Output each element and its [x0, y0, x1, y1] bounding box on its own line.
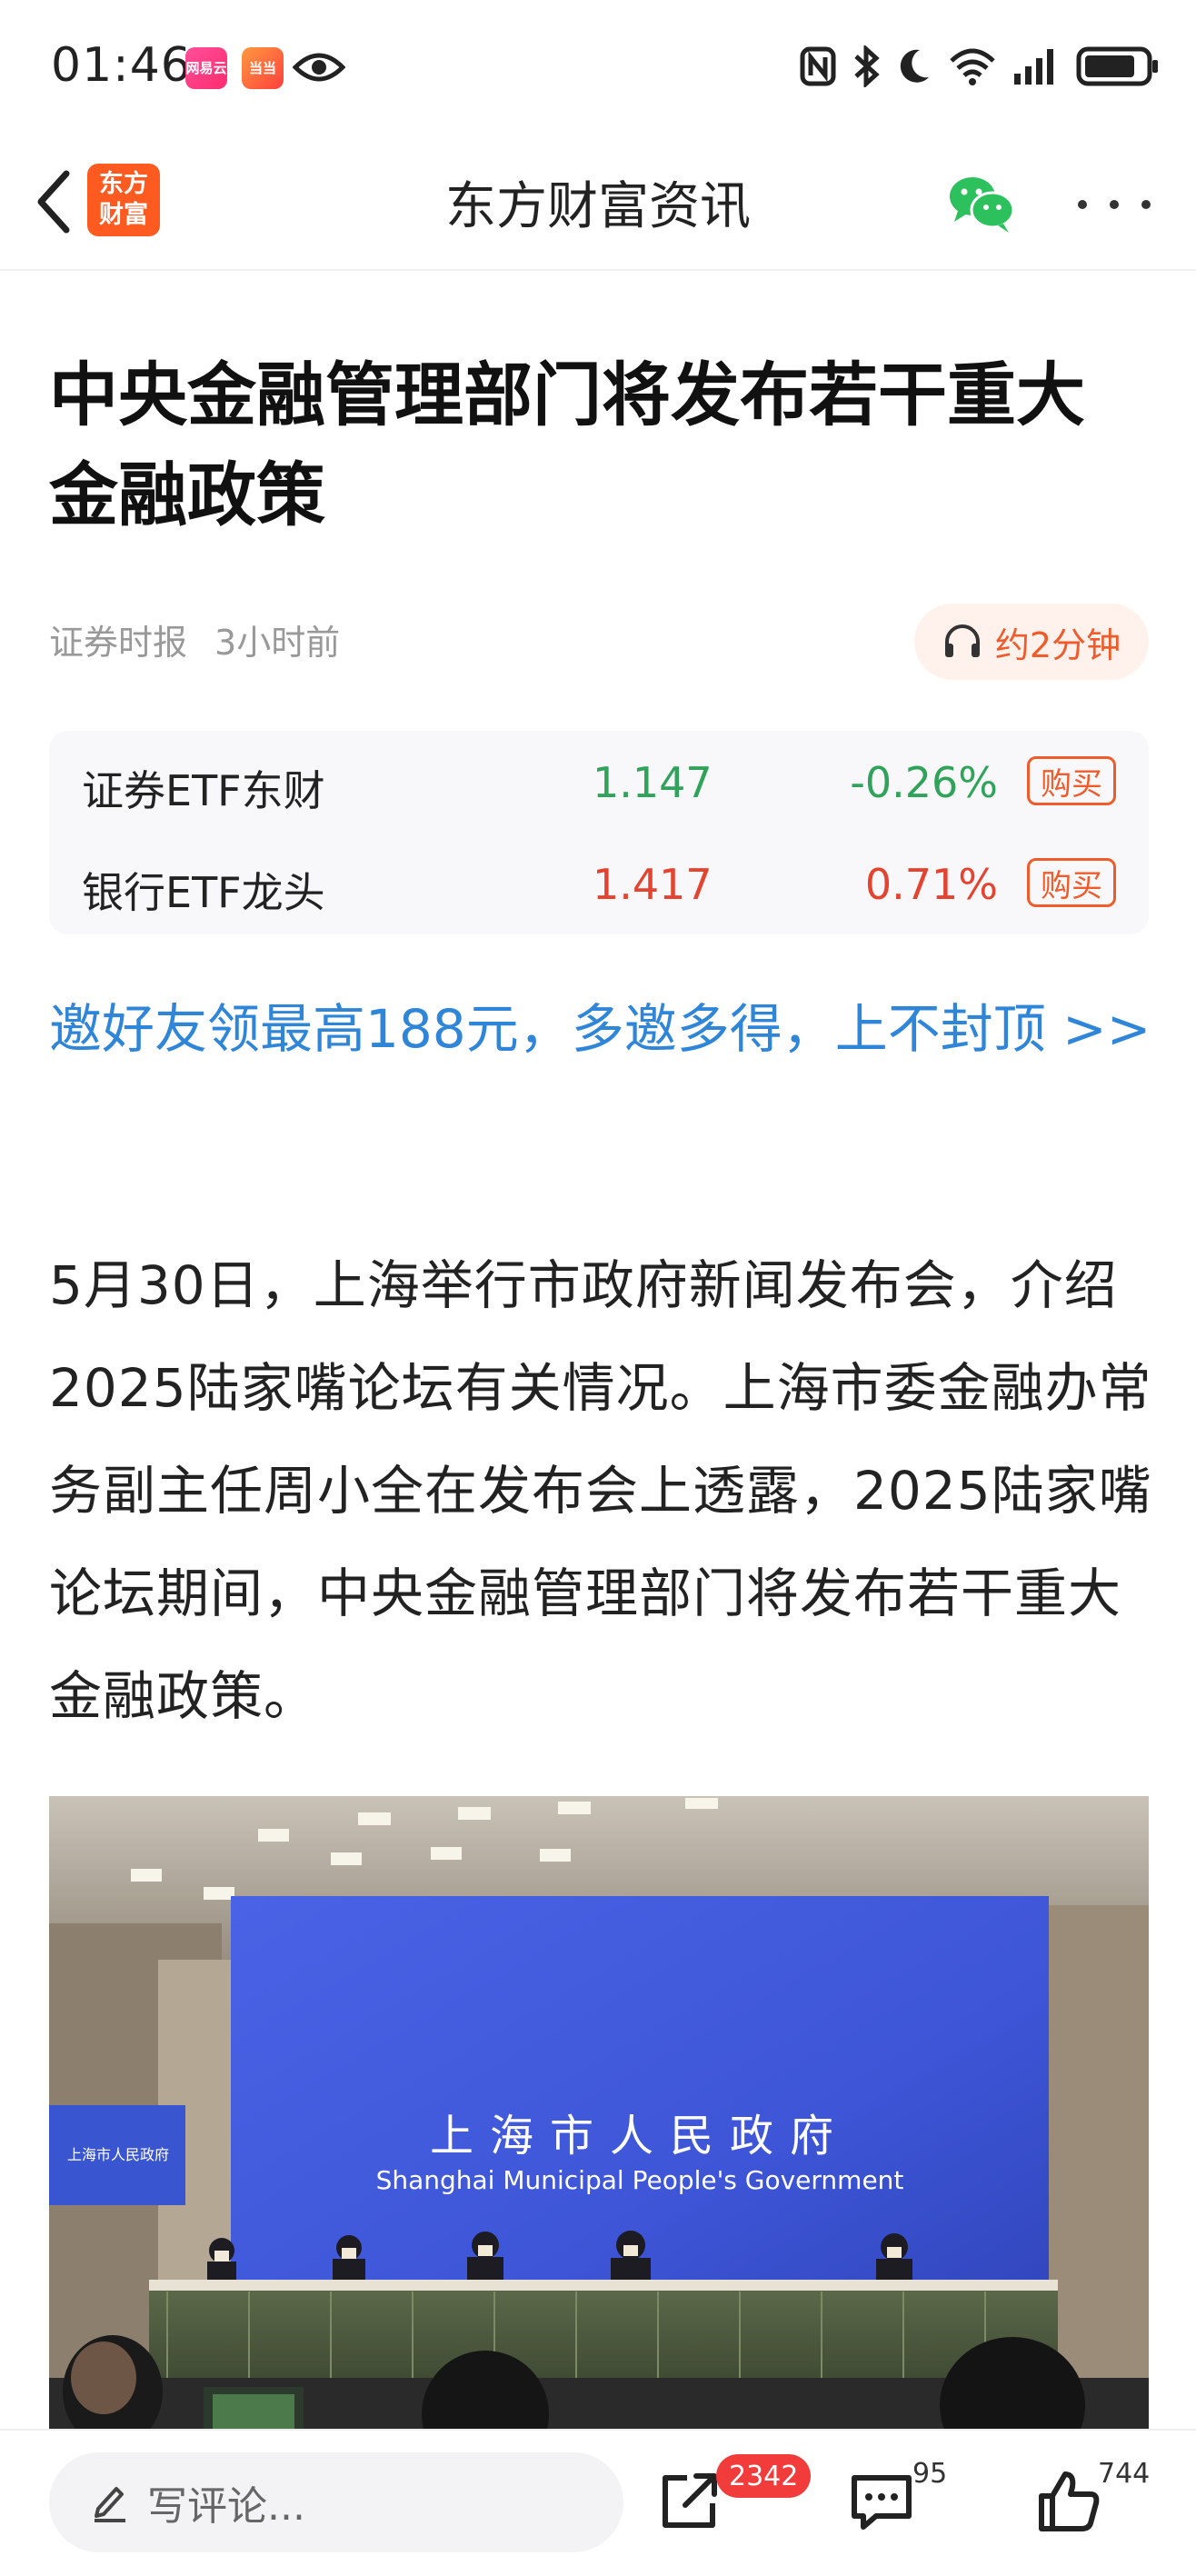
- like-button[interactable]: [1032, 2465, 1105, 2538]
- article-source[interactable]: 证券时报: [49, 623, 187, 663]
- etf-card: 证券ETF东财 1.147 -0.26% 购买 银行ETF龙头 1.417 0.…: [49, 731, 1149, 934]
- comment-input[interactable]: 写评论...: [49, 2452, 623, 2552]
- like-count: 744: [1098, 2458, 1151, 2490]
- listen-button[interactable]: 约2分钟: [914, 604, 1149, 680]
- etf-price: 1.417: [593, 860, 713, 909]
- article-meta: 证券时报 3小时前: [49, 614, 340, 664]
- comment-icon: [852, 2475, 912, 2530]
- etf-name: 银行ETF龙头: [82, 868, 325, 917]
- nav-bar: 东方 财富 东方财富资讯: [0, 136, 1196, 271]
- status-icons: [800, 45, 1160, 87]
- article-headline: 中央金融管理部门将发布若干重大金融政策: [49, 354, 1085, 535]
- etf-name: 证券ETF东财: [82, 766, 325, 815]
- backdrop-title-en: Shanghai Municipal People's Government: [376, 2165, 904, 2195]
- article-photo[interactable]: 上海市人民政府 上海市人民政府 Shanghai Municipal Peopl…: [49, 1796, 1149, 2432]
- article-time: 3小时前: [214, 623, 341, 663]
- eastmoney-logo[interactable]: 东方 财富: [87, 164, 160, 236]
- moon-icon: [900, 49, 929, 83]
- more-icon-dot: [1141, 200, 1151, 209]
- share-icon: [663, 2473, 717, 2528]
- pen-icon: [95, 2487, 125, 2522]
- back-button[interactable]: [22, 164, 85, 240]
- listen-duration: 约2分钟: [994, 624, 1121, 665]
- battery-icon: [1076, 46, 1158, 86]
- wechat-share-button[interactable]: [945, 167, 1018, 240]
- wifi-icon: [950, 48, 995, 85]
- thumbs-up-icon: [1039, 2471, 1100, 2531]
- wechat-icon: [950, 177, 1015, 233]
- etf-change: 0.71%: [864, 860, 998, 909]
- press-conference-image: 上海市人民政府 上海市人民政府 Shanghai Municipal Peopl…: [49, 1796, 1149, 2432]
- status-time: 01:46: [51, 38, 192, 93]
- status-bar: 01:46 网易云 当当: [0, 0, 1196, 136]
- comments-button[interactable]: [845, 2465, 918, 2538]
- etf-row[interactable]: 证券ETF东财 1.147 -0.26% 购买: [49, 731, 1149, 833]
- chevron-left-icon: [37, 170, 70, 234]
- etf-price: 1.147: [593, 758, 713, 807]
- netease-music-app-icon: 网易云: [185, 47, 227, 89]
- signal-icon: [1014, 49, 1053, 85]
- buy-button[interactable]: 购买: [1027, 858, 1116, 907]
- backdrop-title-cn: 上海市人民政府: [430, 2111, 850, 2162]
- bottom-action-bar: 写评论... 2342 95 744: [0, 2429, 1196, 2576]
- share-button[interactable]: [653, 2465, 725, 2538]
- more-icon-dot: [1078, 200, 1087, 209]
- buy-button[interactable]: 购买: [1027, 756, 1116, 805]
- dangdang-app-icon: 当当: [242, 47, 284, 89]
- more-icon-dot: [1110, 200, 1119, 209]
- nfc-icon: [800, 46, 836, 86]
- article-body: 5月30日，上海举行市政府新闻发布会，介绍2025陆家嘴论坛有关情况。上海市委金…: [49, 1254, 1152, 1727]
- comment-placeholder: 写评论...: [147, 2483, 305, 2530]
- comment-count: 95: [912, 2458, 948, 2490]
- side-screen-text: 上海市人民政府: [67, 2146, 169, 2163]
- etf-row[interactable]: 银行ETF龙头 1.417 0.71% 购买: [49, 833, 1149, 934]
- eye-icon: [293, 53, 345, 82]
- headphones-icon: [944, 624, 980, 657]
- more-button[interactable]: [1078, 182, 1151, 227]
- invite-promo-link[interactable]: 邀好友领最高188元，多邀多得，上不封顶 >>: [49, 978, 1152, 1080]
- bluetooth-icon: [854, 45, 880, 87]
- share-count-badge: 2342: [716, 2454, 812, 2498]
- etf-change: -0.26%: [850, 758, 998, 807]
